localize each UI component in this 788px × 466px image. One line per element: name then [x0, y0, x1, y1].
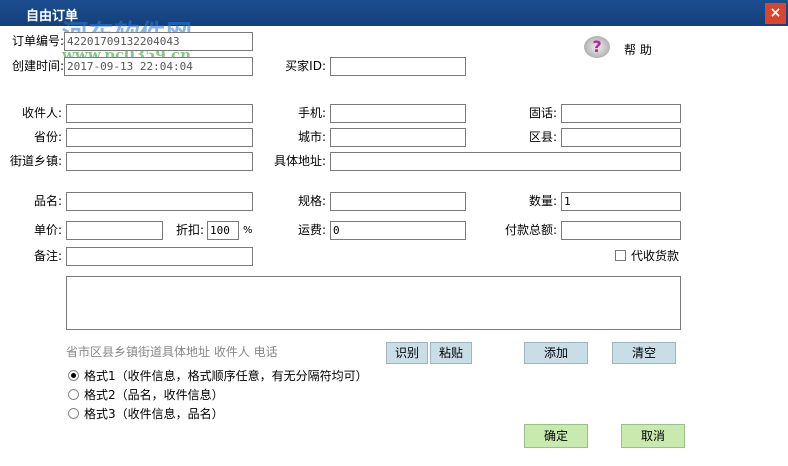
mobile-label: 手机:: [297, 106, 326, 120]
percent-unit: %: [243, 225, 253, 236]
format3-radio[interactable]: 格式3（收件信息，品名）: [68, 406, 224, 422]
price-field[interactable]: [66, 221, 163, 240]
remark-label: 备注:: [33, 249, 62, 263]
title-bar: 自由订单 ×: [0, 0, 788, 26]
window-title: 自由订单: [26, 9, 79, 24]
city-field[interactable]: [330, 128, 466, 147]
order-no-label: 订单编号:: [11, 34, 64, 48]
province-field[interactable]: [66, 128, 253, 147]
quantity-label: 数量:: [528, 194, 557, 208]
hint-text: 省市区县乡镇街道具体地址 收件人 电话: [66, 345, 278, 359]
order-no-field[interactable]: 42201709132204043: [64, 32, 253, 51]
recognize-button[interactable]: 识别: [386, 342, 428, 364]
help-label: 帮 助: [624, 43, 652, 57]
remark-field[interactable]: [66, 247, 253, 266]
shipping-label: 运费:: [297, 223, 326, 237]
price-label: 单价:: [33, 223, 62, 237]
spec-field[interactable]: [330, 192, 466, 211]
quantity-field[interactable]: 1: [561, 192, 681, 211]
province-label: 省份:: [33, 130, 62, 144]
product-label: 品名:: [33, 194, 62, 208]
cod-label: 代收货款: [631, 249, 680, 263]
discount-label: 折扣:: [175, 223, 204, 237]
checkbox-box[interactable]: [615, 250, 626, 261]
phone-label: 固话:: [528, 106, 557, 120]
total-label: 付款总额:: [504, 223, 557, 237]
mobile-field[interactable]: [330, 104, 466, 123]
radio-icon[interactable]: [68, 408, 79, 419]
address-field[interactable]: [330, 152, 681, 171]
paste-button[interactable]: 粘贴: [430, 342, 472, 364]
format1-label: 格式1（收件信息，格式顺序任意，有无分隔符均可）: [84, 369, 368, 383]
shipping-field[interactable]: 0: [330, 221, 466, 240]
product-field[interactable]: [66, 192, 253, 211]
street-label: 街道乡镇:: [9, 154, 62, 168]
district-field[interactable]: [561, 128, 681, 147]
discount-field[interactable]: 100: [207, 221, 239, 240]
close-button[interactable]: ×: [765, 3, 786, 24]
help-icon: ?: [584, 36, 610, 58]
buyer-id-label: 买家ID:: [285, 59, 326, 73]
address-label: 具体地址:: [273, 154, 326, 168]
city-label: 城市:: [297, 130, 326, 144]
receiver-label: 收件人:: [21, 106, 62, 120]
receiver-field[interactable]: [66, 104, 253, 123]
phone-field[interactable]: [561, 104, 681, 123]
street-field[interactable]: [66, 152, 253, 171]
format3-label: 格式3（收件信息，品名）: [84, 407, 224, 421]
cancel-button[interactable]: 取消: [621, 424, 685, 448]
format2-radio[interactable]: 格式2（品名，收件信息）: [68, 387, 224, 403]
format1-radio[interactable]: 格式1（收件信息，格式顺序任意，有无分隔符均可）: [68, 368, 368, 384]
spec-label: 规格:: [297, 194, 326, 208]
created-label: 创建时间:: [11, 59, 64, 73]
cod-checkbox[interactable]: 代收货款: [615, 249, 679, 263]
created-field[interactable]: 2017-09-13 22:04:04: [64, 57, 253, 76]
district-label: 区县:: [528, 130, 557, 144]
paste-textarea[interactable]: [66, 276, 681, 330]
radio-selected-icon[interactable]: [68, 370, 79, 381]
clear-button[interactable]: 清空: [612, 342, 676, 364]
ok-button[interactable]: 确定: [524, 424, 588, 448]
buyer-id-field[interactable]: [330, 57, 466, 76]
add-button[interactable]: 添加: [524, 342, 588, 364]
total-field[interactable]: [561, 221, 681, 240]
radio-icon[interactable]: [68, 389, 79, 400]
help-button[interactable]: ? 帮 助: [584, 36, 664, 64]
format2-label: 格式2（品名，收件信息）: [84, 388, 224, 402]
